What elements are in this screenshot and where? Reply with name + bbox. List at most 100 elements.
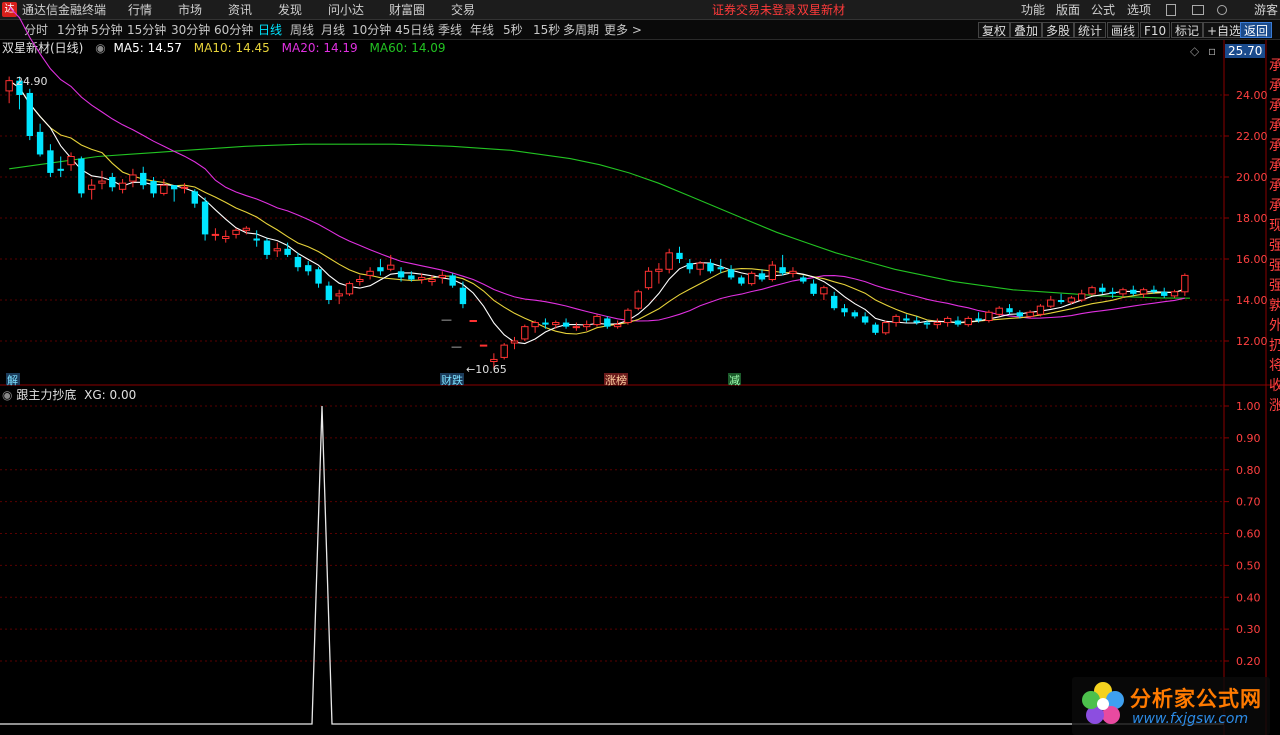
candle-down [676, 252, 683, 259]
candle-down [459, 287, 467, 305]
candle-up [1026, 311, 1034, 317]
low-price-value: 10.65 [475, 363, 507, 376]
candle-up [1181, 274, 1189, 293]
price-tick-label: 14.00 [1236, 294, 1268, 307]
price-tick-label: 20.00 [1236, 171, 1268, 184]
candle-up [768, 264, 777, 280]
ma5-line [8, 80, 1185, 345]
candle-down [800, 277, 807, 282]
candle-up [531, 322, 539, 328]
candle-down [923, 322, 931, 325]
candle-down [36, 131, 44, 155]
candle-up [469, 320, 477, 322]
price-tick-label: 24.00 [1236, 89, 1268, 102]
candle-up [634, 291, 642, 309]
candle-up [1036, 305, 1045, 315]
high-price-label: 24.90 [16, 75, 48, 88]
candle-down [47, 150, 54, 173]
watermark-logo: 分析家公式网 www.fxjgsw.com [1072, 677, 1270, 735]
candle-up [665, 252, 673, 270]
candle-up [820, 287, 828, 295]
marker-jie: 解 [7, 373, 18, 387]
candle-up [211, 233, 220, 236]
candle-down [851, 312, 859, 317]
candle-down [727, 269, 735, 278]
candle-down [975, 318, 982, 321]
indicator-tick-label: 1.00 [1236, 400, 1261, 413]
candle-up [87, 184, 96, 190]
candle-down [78, 158, 85, 194]
candle-up [1088, 287, 1096, 295]
candle-up [366, 270, 374, 276]
panel-icon: ▫ [1208, 44, 1216, 58]
candle-up [356, 279, 364, 283]
candle-down [686, 263, 694, 270]
candle-up [521, 326, 529, 340]
candle-up [180, 186, 189, 189]
candle-up [222, 235, 230, 239]
candle-down [562, 322, 570, 327]
candle-up [933, 322, 942, 326]
candle-up [964, 317, 972, 326]
candle-up [417, 276, 426, 281]
kline-chart[interactable]: 24.00 22.00 20.00 18.00 16.00 14.00 12.00 1.00… [0, 0, 1280, 735]
candle-down [253, 238, 260, 241]
candle-up [1170, 291, 1179, 297]
candle-up [5, 80, 13, 92]
candles [5, 76, 1189, 369]
candle-down [1099, 287, 1106, 292]
candle-down [397, 271, 405, 278]
candle-up [655, 268, 663, 272]
candle-up [747, 272, 756, 285]
candle-up [943, 317, 952, 324]
candle-up [892, 315, 900, 324]
price-tick-label: 16.00 [1236, 253, 1268, 266]
candle-up [572, 326, 581, 329]
candle-up [1119, 289, 1127, 295]
candle-down [201, 201, 209, 235]
low-price-label: ←10.65 [466, 363, 507, 376]
candle-down [191, 191, 198, 204]
candle-up [1067, 297, 1076, 303]
indicator-tick-label: 0.80 [1236, 464, 1261, 477]
indicator-axis-ticks: 1.00 0.90 0.80 0.70 0.60 0.50 0.40 0.30 0.20 [1224, 400, 1261, 668]
marker-zhangbang: 涨榜 [605, 373, 627, 387]
price-axis-ticks: 24.00 22.00 20.00 18.00 16.00 14.00 12.00 [1224, 89, 1268, 348]
candle-down [872, 324, 879, 333]
candle-down [1006, 308, 1013, 313]
diamond-icon: ◇ [1190, 44, 1200, 58]
indicator-tick-label: 0.30 [1236, 623, 1261, 636]
candle-up [438, 274, 447, 278]
candle-up [552, 322, 560, 326]
marker-caidie: 财跌 [441, 373, 463, 387]
candle-up [1047, 299, 1055, 307]
candle-up [67, 156, 75, 166]
candle-up [242, 227, 251, 231]
candle-down [831, 295, 838, 309]
price-tick-label: 12.00 [1236, 335, 1268, 348]
candle-down [779, 267, 786, 274]
candle-up [98, 180, 106, 184]
indicator-tick-label: 0.20 [1236, 655, 1261, 668]
candle-down [109, 177, 116, 188]
candle-down [1130, 289, 1137, 294]
candle-up [582, 324, 591, 328]
candle-down [717, 267, 724, 270]
candle-down [305, 265, 312, 272]
candle-down [325, 285, 333, 300]
candle-up [387, 264, 395, 270]
candle-down [170, 185, 178, 190]
candle-up [118, 182, 127, 190]
price-tick-label: 18.00 [1236, 212, 1268, 225]
ma10-line [8, 80, 1185, 335]
candle-up [1139, 289, 1148, 295]
candle-up [985, 311, 993, 321]
candle-up [644, 270, 653, 289]
candle-up [500, 344, 508, 358]
watermark-url: www.fxjgsw.com [1132, 711, 1249, 727]
candle-down [707, 263, 714, 272]
candle-up [1078, 293, 1086, 301]
price-tick-label: 22.00 [1236, 130, 1268, 143]
candle-up [593, 315, 601, 326]
indicator-tick-label: 0.60 [1236, 528, 1261, 541]
